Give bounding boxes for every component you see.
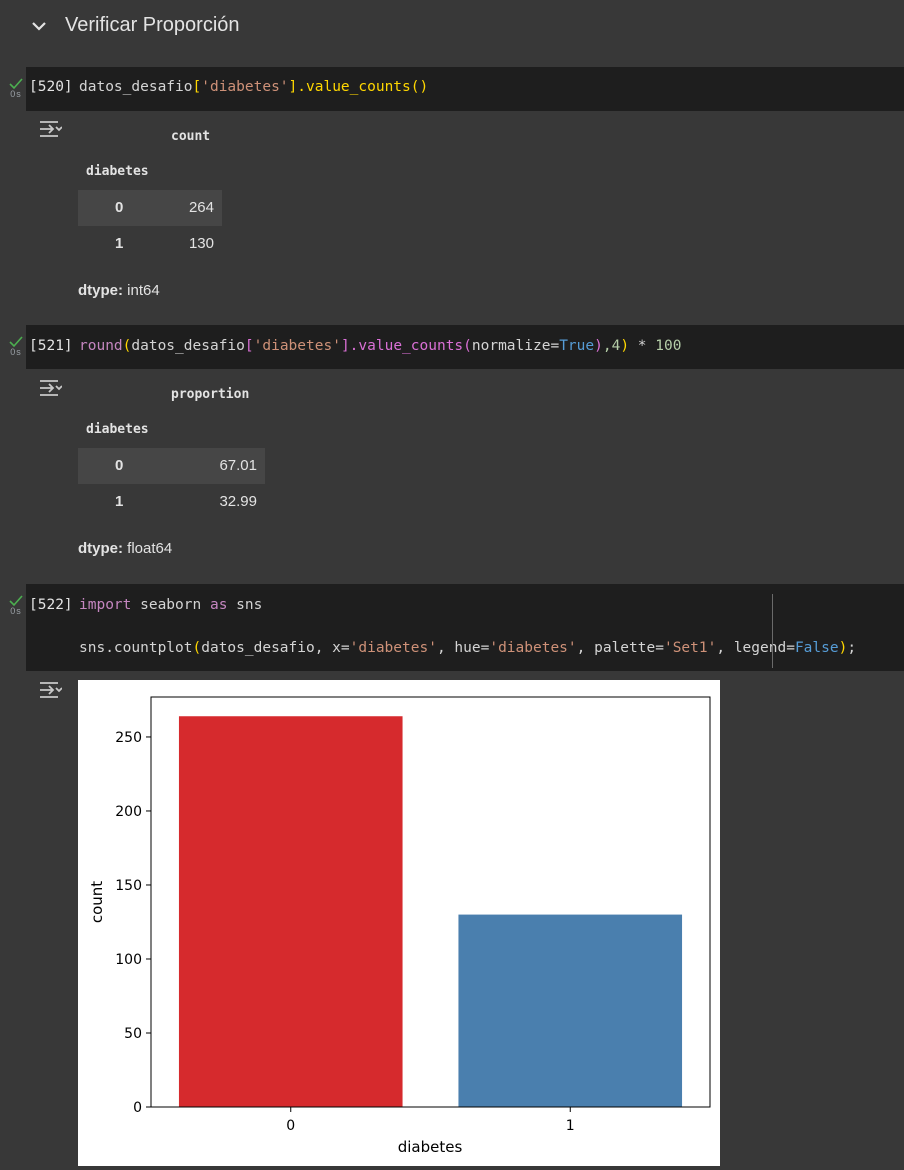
row-value: 32.99: [219, 493, 257, 510]
code-line[interactable]: datos_desafio['diabetes'].value_counts(): [79, 79, 428, 95]
exec-time: 0s: [10, 89, 22, 99]
code-line[interactable]: import seaborn as sns: [79, 597, 262, 613]
y-tick-label: 150: [115, 878, 142, 894]
column-header: proportion: [171, 387, 250, 402]
chevron-down-icon[interactable]: [31, 18, 47, 34]
code-cell[interactable]: [521] round(datos_desafio['diabetes'].va…: [26, 325, 904, 369]
table-row: 1 130: [78, 226, 222, 262]
row-index: 1: [115, 235, 124, 252]
cell-prompt[interactable]: [522]: [29, 597, 73, 613]
countplot-chart: 0 50 100 150 200 250 0 1 diabetes count: [78, 680, 720, 1166]
table-row: 0 264: [78, 190, 222, 226]
exec-time: 0s: [10, 347, 22, 357]
chart-svg: 0 50 100 150 200 250 0 1 diabetes count: [88, 696, 711, 1156]
y-tick-label: 100: [115, 952, 142, 968]
table-row: 0 67.01: [78, 448, 265, 484]
y-tick-label: 250: [115, 730, 142, 746]
code-cell[interactable]: [520] datos_desafio['diabetes'].value_co…: [26, 67, 904, 111]
section-title: Verificar Proporción: [65, 14, 240, 36]
row-index: 1: [115, 493, 124, 510]
y-tick-label: 0: [133, 1100, 142, 1116]
dtype-label: dtype: int64: [78, 282, 160, 299]
cell-status: 0s: [6, 78, 26, 99]
code-cell[interactable]: [522] import seaborn as sns sns.countplo…: [26, 584, 904, 671]
dtype-label: dtype: float64: [78, 540, 173, 557]
column-header: count: [171, 129, 211, 144]
y-tick-label: 200: [115, 804, 142, 820]
cell-prompt[interactable]: [520]: [29, 79, 73, 95]
output-toggle-icon[interactable]: [38, 119, 62, 139]
code-line[interactable]: round(datos_desafio['diabetes'].value_co…: [79, 338, 681, 354]
bar-0: [178, 716, 403, 1107]
cell-status: 0s: [6, 336, 26, 357]
table-row: 1 32.99: [78, 484, 265, 520]
row-index: 0: [115, 457, 124, 474]
x-tick-label: 0: [286, 1118, 295, 1134]
row-index: 0: [115, 199, 124, 216]
index-name: diabetes: [86, 164, 149, 179]
row-value: 67.01: [219, 457, 257, 474]
row-value: 130: [188, 235, 214, 252]
y-axis-label: count: [88, 881, 106, 923]
index-name: diabetes: [86, 422, 149, 437]
row-value: 264: [188, 199, 214, 216]
text-cursor: [772, 594, 773, 668]
code-line[interactable]: sns.countplot(datos_desafio, x='diabetes…: [79, 640, 856, 656]
x-axis-label: diabetes: [398, 1138, 463, 1156]
x-tick-label: 1: [566, 1118, 575, 1134]
y-tick-label: 50: [124, 1026, 142, 1042]
exec-time: 0s: [10, 606, 22, 616]
bar-1: [458, 914, 683, 1107]
cell-prompt[interactable]: [521]: [29, 338, 73, 354]
output-toggle-icon[interactable]: [38, 680, 62, 700]
output-toggle-icon[interactable]: [38, 378, 62, 398]
section-header: Verificar Proporción: [0, 0, 904, 54]
cell-status: 0s: [6, 595, 26, 616]
